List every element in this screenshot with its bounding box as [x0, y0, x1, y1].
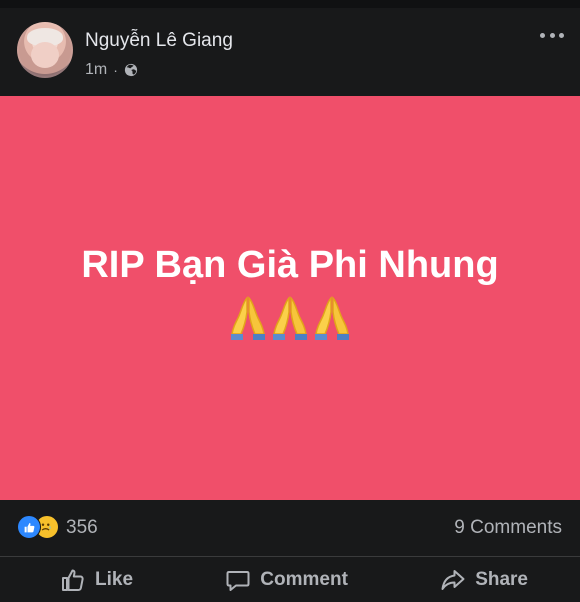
- folded-hands-icon: [231, 296, 265, 340]
- folded-hands-icon: [273, 296, 307, 340]
- share-arrow-icon: [441, 569, 465, 590]
- folded-hands-row: [0, 294, 580, 342]
- author-avatar[interactable]: [17, 22, 73, 78]
- post-header: Nguyễn Lê Giang 1m ·: [0, 8, 580, 96]
- reaction-icons[interactable]: [17, 515, 65, 541]
- share-button[interactable]: Share: [440, 557, 528, 602]
- like-reaction-icon: [17, 515, 41, 539]
- comments-count[interactable]: 9 Comments: [454, 517, 562, 539]
- comment-button[interactable]: Comment: [225, 557, 348, 602]
- thumbs-up-icon: [62, 569, 84, 591]
- like-button[interactable]: Like: [60, 557, 133, 602]
- post-meta: 1m ·: [85, 61, 138, 79]
- folded-hands-icon: [315, 296, 349, 340]
- reaction-count[interactable]: 356: [66, 517, 98, 539]
- card-text: RIP Bạn Già Phi Nhung: [81, 244, 499, 286]
- meta-separator: ·: [113, 62, 118, 78]
- comment-bubble-icon: [226, 570, 250, 591]
- action-bar: Like Comment Share: [0, 557, 580, 602]
- share-label: Share: [475, 568, 528, 590]
- like-label: Like: [95, 568, 134, 590]
- post-text-card: RIP Bạn Già Phi Nhung: [0, 96, 580, 500]
- comment-label: Comment: [260, 568, 348, 590]
- post-time[interactable]: 1m: [85, 61, 107, 79]
- reactions-bar: 356 9 Comments: [0, 500, 580, 557]
- author-name[interactable]: Nguyễn Lê Giang: [85, 30, 233, 52]
- top-divider-bar: [0, 0, 580, 8]
- globe-icon[interactable]: [124, 63, 138, 77]
- more-options-icon[interactable]: [540, 28, 564, 42]
